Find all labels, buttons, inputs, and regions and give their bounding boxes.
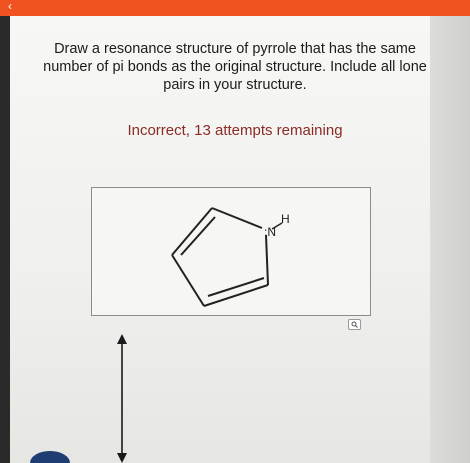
- nitrogen-atom-label: :N: [264, 225, 276, 239]
- drawing-canvas[interactable]: :N H: [91, 187, 371, 330]
- hydrogen-atom-label: H: [281, 212, 290, 226]
- bond-c2-c3: [203, 284, 269, 307]
- bond-n-c2: [265, 234, 269, 286]
- bond-c3-c4: [171, 254, 205, 307]
- bond-c4-c5-double: [180, 216, 216, 256]
- bond-c2-c3-double: [207, 277, 265, 297]
- magnifier-icon: [351, 321, 358, 328]
- zoom-button[interactable]: [348, 319, 361, 330]
- left-device-edge: [0, 16, 10, 463]
- question-prompt: Draw a resonance structure of pyrrole th…: [43, 41, 427, 93]
- nitrogen-symbol: N: [267, 225, 277, 239]
- double-headed-arrow-icon[interactable]: [112, 334, 132, 463]
- bond-c4-c5: [171, 207, 213, 256]
- pyrrole-structure[interactable]: [92, 188, 370, 315]
- chevron-left-icon[interactable]: ‹: [8, 0, 12, 12]
- top-accent-bar: ‹: [0, 0, 470, 16]
- feedback-message: Incorrect, 13 attempts remaining: [127, 122, 343, 139]
- screen: ‹ Draw a resonance structure of pyrrole …: [0, 0, 470, 463]
- bond-c5-n: [211, 207, 263, 229]
